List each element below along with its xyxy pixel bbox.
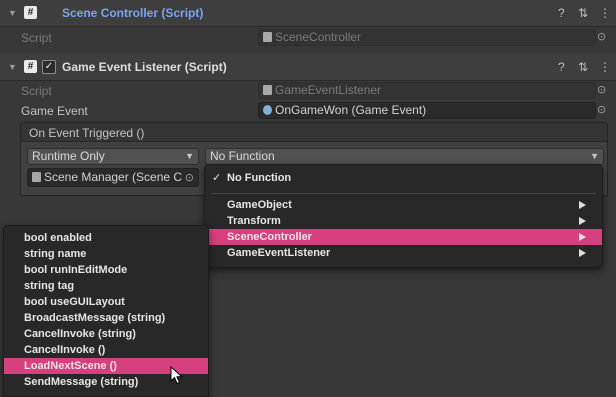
menu-item-scenecontroller[interactable]: SceneController	[205, 229, 602, 245]
event-header-box: On Event Triggered ()	[20, 122, 608, 142]
method-item-label: bool useGUILayout	[24, 296, 125, 308]
game-event-label: Game Event	[21, 104, 88, 118]
method-item-label: CancelInvoke ()	[24, 344, 106, 356]
mouse-cursor-icon	[170, 366, 184, 385]
scene-controller-title: Scene Controller (Script)	[62, 6, 204, 20]
chevron-down-icon: ▼	[185, 151, 194, 161]
submenu-arrow-icon	[579, 217, 586, 225]
submenu-arrow-icon	[579, 233, 586, 241]
foldout-icon[interactable]: ▼	[8, 8, 17, 18]
menu-divider	[211, 193, 596, 194]
script-label: Script	[21, 84, 52, 98]
method-item[interactable]: BroadcastMessage (string)	[4, 310, 208, 326]
method-item[interactable]: string tag	[4, 278, 208, 294]
game-event-listener-header[interactable]: ▼ # ✓ Game Event Listener (Script) ? ⇅ ⋮	[0, 54, 616, 81]
menu-item-gameobject[interactable]: GameObject	[205, 197, 602, 213]
more-icon[interactable]: ⋮	[599, 60, 611, 74]
menu-item-no-function[interactable]: ✓ No Function	[205, 170, 602, 186]
method-item-label: string name	[24, 248, 87, 260]
menu-item-transform[interactable]: Transform	[205, 213, 602, 229]
menu-item-label: GameObject	[227, 199, 292, 211]
target-object-field[interactable]: Scene Manager (Scene C ⊙	[27, 168, 199, 187]
method-item[interactable]: bool useGUILayout	[4, 294, 208, 310]
script-icon: #	[24, 6, 37, 19]
method-item-label: string tag	[24, 280, 75, 292]
method-item[interactable]: CancelInvoke ()	[4, 342, 208, 358]
menu-item-label: No Function	[227, 172, 292, 184]
script-asset-icon	[263, 32, 272, 42]
help-icon[interactable]: ?	[558, 6, 565, 20]
method-item-label: bool runInEditMode	[24, 264, 128, 276]
more-icon[interactable]: ⋮	[599, 6, 611, 20]
listener-script-field: GameEventListener	[258, 82, 596, 99]
object-picker-icon[interactable]: ⊙	[185, 170, 194, 186]
target-object-value: Scene Manager (Scene C	[44, 170, 183, 184]
game-event-asset-icon	[263, 105, 272, 115]
function-menu: ✓ No Function GameObject Transform Scene…	[204, 164, 603, 268]
function-dropdown-label: No Function	[210, 149, 275, 163]
submenu-arrow-icon	[579, 249, 586, 257]
runtime-dropdown[interactable]: Runtime Only ▼	[27, 148, 199, 165]
menu-item-label: GameEventListener	[227, 247, 331, 259]
method-item-label: LoadNextScene ()	[24, 360, 117, 372]
submenu-arrow-icon	[579, 201, 586, 209]
object-picker-icon[interactable]: ⊙	[597, 103, 606, 116]
function-dropdown[interactable]: No Function ▼	[205, 148, 604, 165]
object-picker-icon[interactable]: ⊙	[597, 83, 606, 96]
presets-icon[interactable]: ⇅	[578, 6, 588, 20]
scene-controller-script-field: SceneController	[258, 29, 596, 46]
object-picker-icon[interactable]: ⊙	[597, 30, 606, 43]
method-item[interactable]: CancelInvoke (string)	[4, 326, 208, 342]
presets-icon[interactable]: ⇅	[578, 60, 588, 74]
game-event-listener-title: Game Event Listener (Script)	[62, 60, 227, 74]
menu-item-gameeventlistener[interactable]: GameEventListener	[205, 245, 602, 261]
script-icon: #	[24, 60, 37, 73]
scene-controller-header[interactable]: ▼ # Scene Controller (Script) ? ⇅ ⋮	[0, 0, 616, 27]
game-event-field[interactable]: OnGameWon (Game Event)	[258, 102, 596, 119]
game-event-value: OnGameWon (Game Event)	[275, 103, 427, 117]
check-icon: ✓	[212, 172, 222, 184]
script-label: Script	[21, 31, 52, 45]
method-item[interactable]: bool enabled	[4, 230, 208, 246]
method-item-label: BroadcastMessage (string)	[24, 312, 166, 324]
method-item[interactable]: bool runInEditMode	[4, 262, 208, 278]
method-item-label: bool enabled	[24, 232, 92, 244]
runtime-dropdown-label: Runtime Only	[32, 149, 105, 163]
menu-item-label: Transform	[227, 215, 281, 227]
scene-controller-script-value: SceneController	[275, 30, 362, 44]
enabled-checkbox[interactable]: ✓	[42, 60, 56, 74]
menu-item-label: SceneController	[227, 231, 312, 243]
chevron-down-icon: ▼	[590, 151, 599, 161]
method-item-label: SendMessage (string)	[24, 376, 139, 388]
method-item-label: CancelInvoke (string)	[24, 328, 136, 340]
method-item[interactable]: string name	[4, 246, 208, 262]
script-asset-icon	[32, 172, 41, 182]
script-asset-icon	[263, 85, 272, 95]
help-icon[interactable]: ?	[558, 60, 565, 74]
event-header-label: On Event Triggered ()	[29, 126, 145, 140]
foldout-icon[interactable]: ▼	[8, 62, 17, 72]
listener-script-value: GameEventListener	[275, 83, 382, 97]
